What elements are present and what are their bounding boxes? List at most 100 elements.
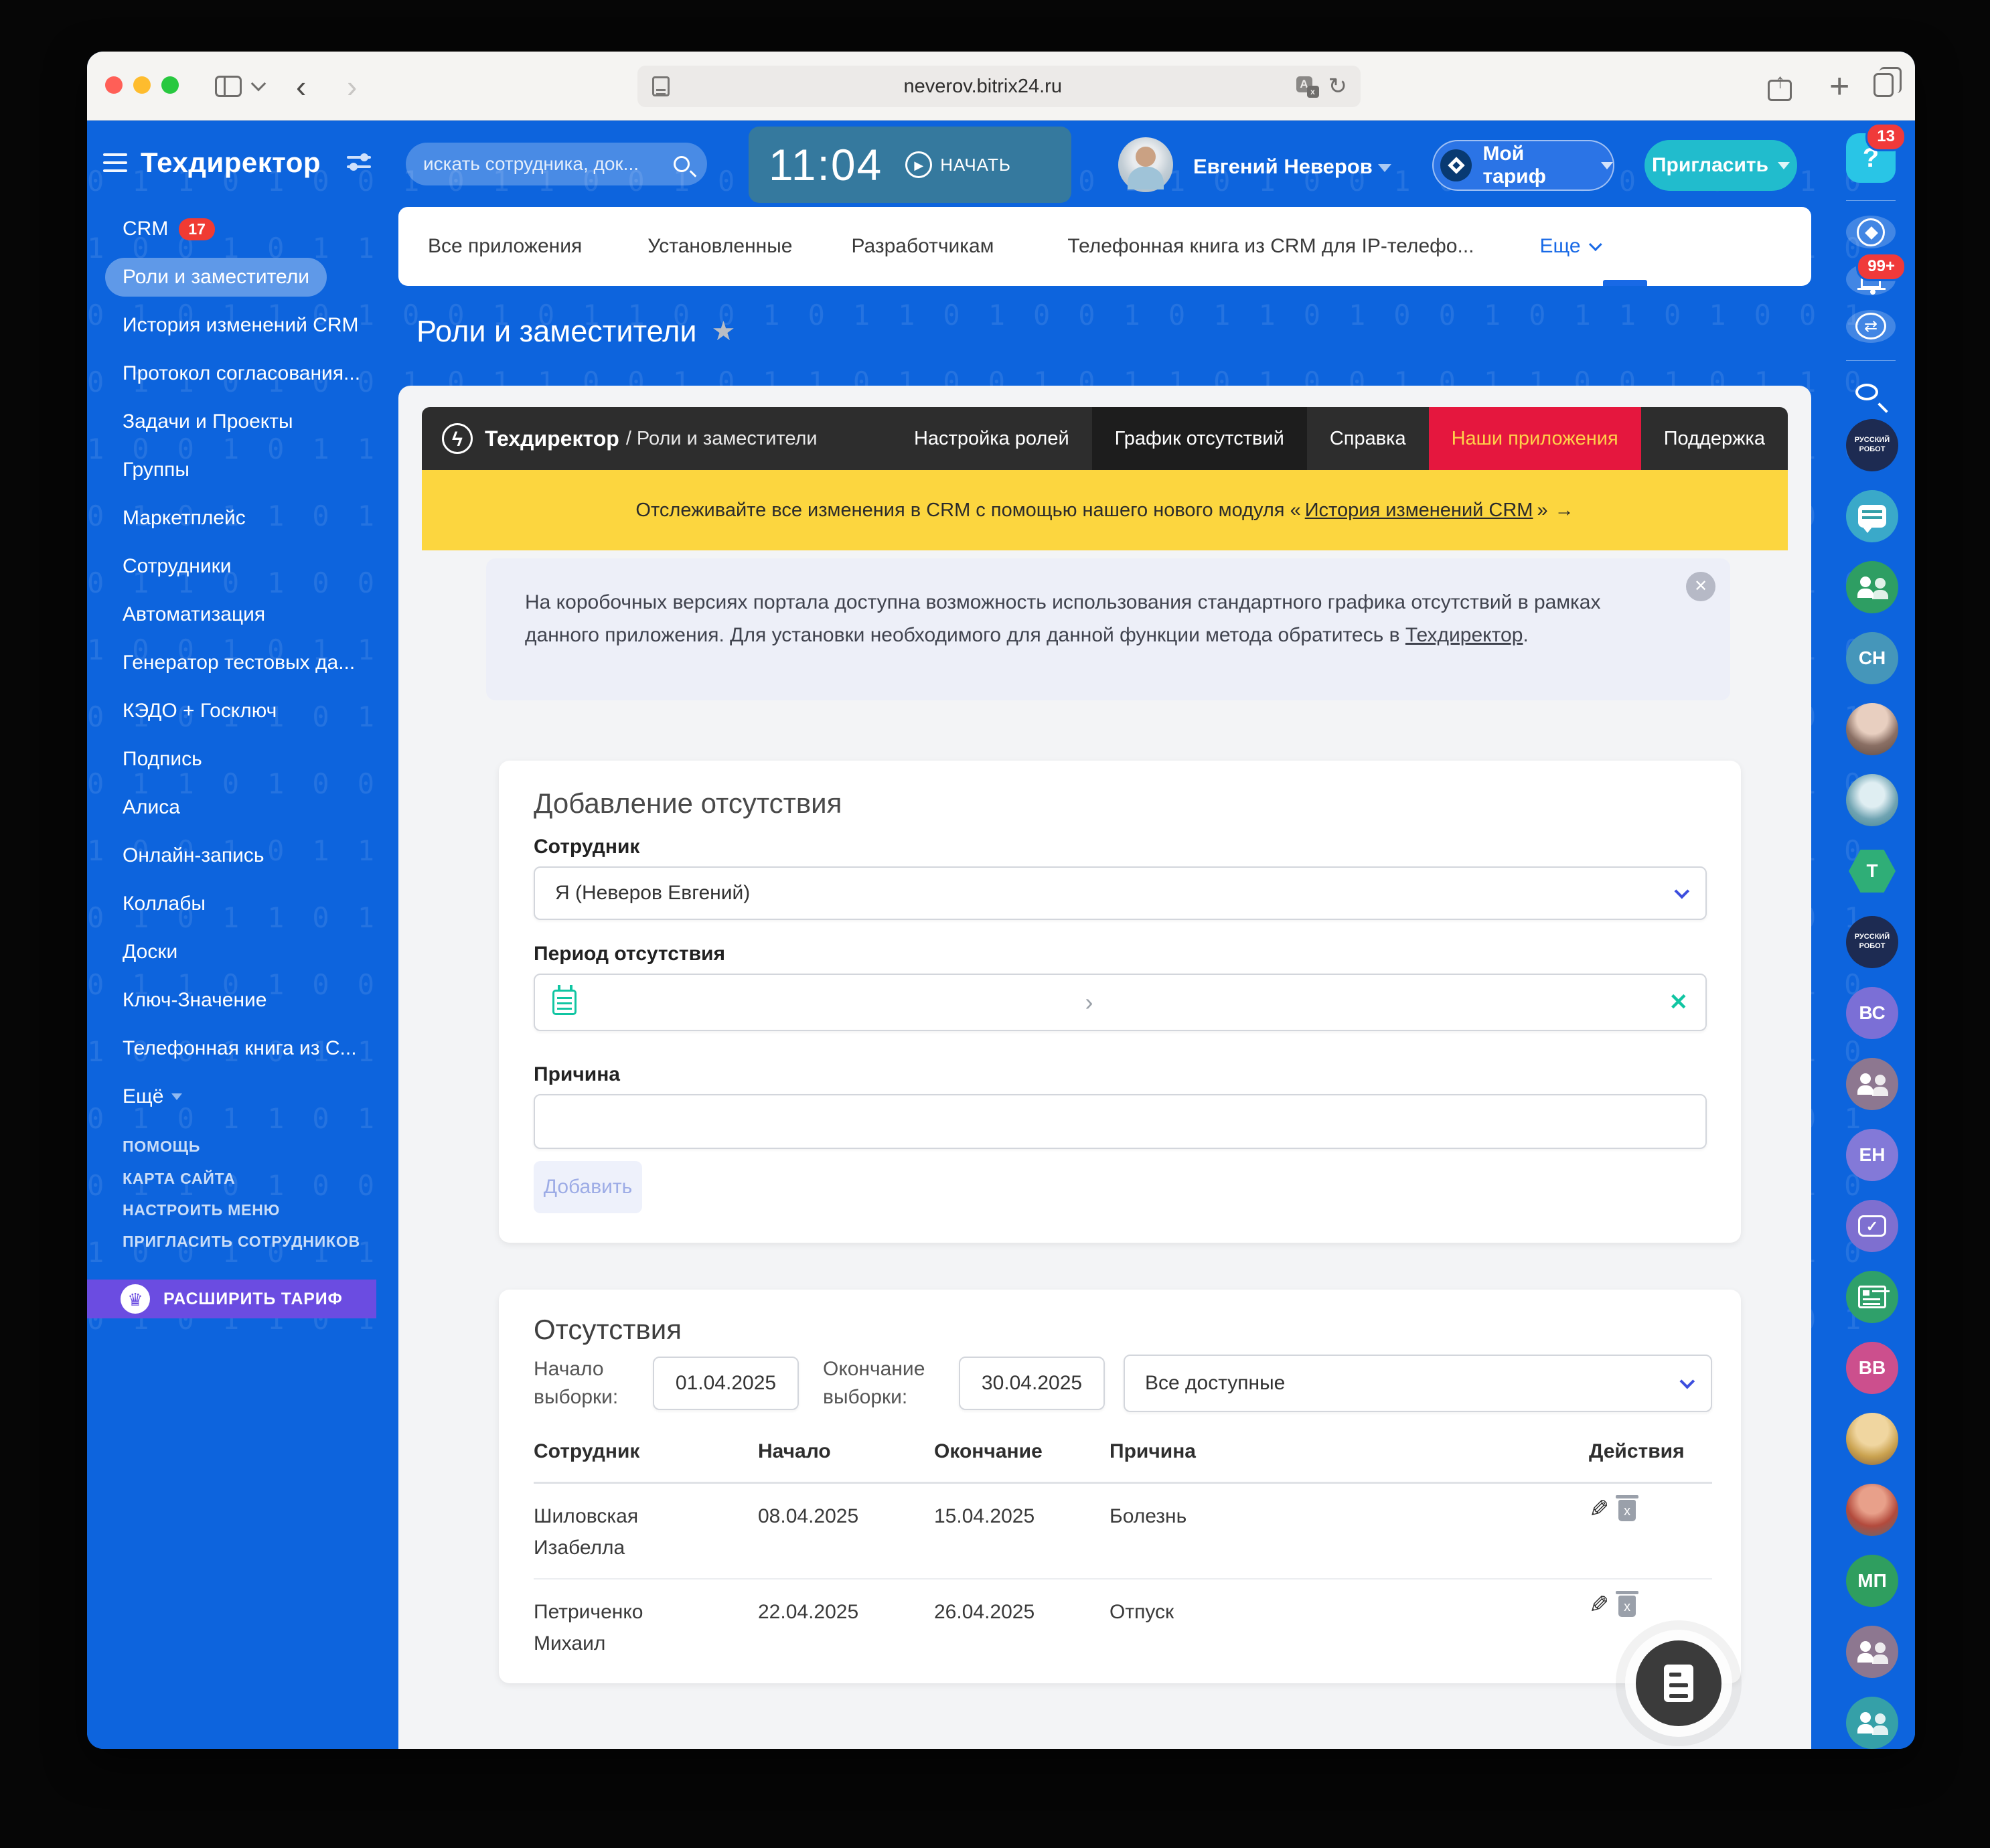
filter-type-select[interactable]: Все доступные bbox=[1124, 1355, 1712, 1412]
translate-icon[interactable] bbox=[1296, 76, 1319, 98]
app-nav-role-settings[interactable]: Настройка ролей bbox=[891, 407, 1092, 470]
filter-end-input[interactable]: 30.04.2025 bbox=[959, 1357, 1105, 1410]
browser-sidebar-icon[interactable] bbox=[215, 76, 242, 97]
zoom-window-button[interactable] bbox=[161, 76, 179, 94]
chat-avatar-photo[interactable] bbox=[1846, 1413, 1898, 1466]
forward-button[interactable]: › bbox=[347, 69, 357, 104]
menu-icon[interactable] bbox=[103, 153, 127, 172]
tab-overview-icon[interactable] bbox=[1873, 67, 1902, 97]
messenger-icon[interactable]: ⇄ bbox=[1846, 310, 1896, 343]
portal-title[interactable]: Техдиректор bbox=[141, 147, 321, 179]
sidebar-item-test-data-generator[interactable]: Генератор тестовых да... bbox=[105, 643, 372, 682]
sidebar-item-roles[interactable]: Роли и заместители bbox=[105, 258, 327, 297]
sidebar-link-help[interactable]: ПОМОЩЬ bbox=[123, 1138, 200, 1156]
period-range-input[interactable]: › ✕ bbox=[534, 974, 1707, 1031]
employee-select[interactable]: Я (Неверов Евгений) bbox=[534, 866, 1707, 920]
chat-avatar-initials[interactable]: СН bbox=[1846, 632, 1898, 685]
tab-all-apps[interactable]: Все приложения bbox=[428, 235, 582, 258]
upgrade-plan-button[interactable]: ♛ РАСШИРИТЬ ТАРИФ bbox=[87, 1280, 376, 1318]
close-window-button[interactable] bbox=[105, 76, 123, 94]
reader-view-icon[interactable] bbox=[652, 76, 670, 96]
invite-button[interactable]: Пригласить bbox=[1644, 140, 1797, 191]
chat-avatar-photo[interactable] bbox=[1846, 774, 1898, 827]
chat-avatar-group[interactable] bbox=[1846, 1058, 1898, 1111]
sidebar-item-signature[interactable]: Подпись bbox=[105, 740, 220, 779]
app-nav-our-apps[interactable]: Наши приложения bbox=[1428, 407, 1641, 470]
user-menu-caret-icon[interactable] bbox=[1378, 164, 1391, 172]
sidebar-item-crm-history[interactable]: История изменений CRM bbox=[105, 306, 376, 345]
sidebar-item-employees[interactable]: Сотрудники bbox=[105, 547, 249, 586]
sidebar-item-alisa[interactable]: Алиса bbox=[105, 788, 198, 827]
favorite-star-icon[interactable]: ★ bbox=[712, 316, 736, 347]
chat-avatar-group[interactable] bbox=[1846, 1697, 1898, 1749]
chat-avatar-russian-robot[interactable]: РУССКИЙ РОБОТ bbox=[1846, 916, 1898, 969]
techdirector-link[interactable]: Техдиректор bbox=[1405, 624, 1523, 646]
chat-avatar-photo[interactable] bbox=[1846, 1484, 1898, 1537]
feedback-fab-button[interactable] bbox=[1636, 1640, 1721, 1726]
reload-icon[interactable]: ↻ bbox=[1328, 73, 1348, 100]
chat-avatar-group[interactable] bbox=[1846, 1626, 1898, 1679]
chat-avatar-russian-robot[interactable]: РУССКИЙ РОБОТ bbox=[1846, 419, 1898, 472]
chat-avatar-initials[interactable]: ВВ bbox=[1846, 1342, 1898, 1395]
tab-installed[interactable]: Установленные bbox=[647, 235, 792, 258]
chat-avatar-initials[interactable]: ВС bbox=[1846, 987, 1898, 1040]
back-button[interactable]: ‹ bbox=[296, 69, 306, 104]
sidebar-link-configure-menu[interactable]: НАСТРОИТЬ МЕНЮ bbox=[123, 1201, 280, 1219]
sidebar-item-groups[interactable]: Группы bbox=[105, 451, 207, 489]
chat-avatar-group[interactable] bbox=[1846, 561, 1898, 614]
search-icon[interactable] bbox=[1855, 383, 1878, 401]
filter-start-input[interactable]: 01.04.2025 bbox=[653, 1357, 799, 1410]
calendar-icon[interactable] bbox=[552, 985, 577, 1015]
tab-phonebook-app[interactable]: Телефонная книга из CRM для IP-телефо... bbox=[1067, 235, 1474, 258]
copilot-icon[interactable] bbox=[1846, 216, 1896, 248]
sidebar-item-boards[interactable]: Доски bbox=[105, 933, 195, 972]
chevron-down-icon[interactable] bbox=[250, 76, 266, 92]
close-icon[interactable]: ✕ bbox=[1686, 572, 1715, 601]
sidebar-link-invite-employees[interactable]: ПРИГЛАСИТЬ СОТРУДНИКОВ bbox=[123, 1233, 360, 1251]
help-button[interactable]: ? 13 bbox=[1846, 123, 1906, 183]
sidebar-item-automation[interactable]: Автоматизация bbox=[105, 595, 283, 634]
sidebar-item-marketplace[interactable]: Маркетплейс bbox=[105, 499, 263, 538]
menu-settings-icon[interactable] bbox=[347, 153, 371, 173]
edit-icon[interactable]: ✎ bbox=[1589, 1495, 1609, 1523]
url-text[interactable]: neverov.bitrix24.ru bbox=[670, 76, 1296, 98]
crm-history-link[interactable]: История изменений CRM bbox=[1305, 499, 1533, 522]
app-nav-absence-schedule[interactable]: График отсутствий bbox=[1091, 407, 1307, 470]
tab-developers[interactable]: Разработчикам bbox=[851, 235, 994, 258]
sidebar-item-more[interactable]: Ещё bbox=[105, 1077, 200, 1116]
sidebar-item-collabs[interactable]: Коллабы bbox=[105, 884, 223, 923]
sidebar-link-sitemap[interactable]: КАРТА САЙТА bbox=[123, 1170, 235, 1188]
chat-avatar-tasks[interactable]: ✓ bbox=[1846, 1200, 1898, 1253]
chat-avatar-messages[interactable] bbox=[1846, 490, 1898, 543]
notifications-bell-icon[interactable]: 99+ bbox=[1846, 252, 1906, 296]
chat-avatar-initials[interactable]: ЕН bbox=[1846, 1129, 1898, 1182]
sidebar-item-key-value[interactable]: Ключ-Значение bbox=[105, 981, 284, 1020]
sidebar-item-crm[interactable]: CRM 17 bbox=[105, 210, 232, 248]
app-nav-help[interactable]: Справка bbox=[1307, 407, 1429, 470]
minimize-window-button[interactable] bbox=[133, 76, 151, 94]
delete-icon[interactable] bbox=[1616, 1495, 1639, 1522]
app-nav-support[interactable]: Поддержка bbox=[1641, 407, 1788, 470]
start-workday-label[interactable]: НАЧАТЬ bbox=[940, 155, 1011, 175]
chat-avatar-photo[interactable] bbox=[1846, 703, 1898, 756]
search-icon[interactable] bbox=[674, 156, 690, 172]
chat-avatar-initials[interactable]: МП bbox=[1846, 1555, 1898, 1608]
play-icon[interactable]: ▶ bbox=[905, 151, 933, 178]
sidebar-item-phonebook[interactable]: Телефонная книга из С... bbox=[105, 1029, 374, 1068]
user-avatar[interactable] bbox=[1118, 137, 1173, 192]
chat-avatar-news[interactable] bbox=[1846, 1271, 1898, 1324]
reason-input[interactable] bbox=[534, 1094, 1707, 1149]
clear-icon[interactable]: ✕ bbox=[1669, 989, 1689, 1016]
chat-avatar-hexagon[interactable]: Т bbox=[1846, 845, 1898, 897]
sidebar-item-tasks-projects[interactable]: Задачи и Проекты bbox=[105, 402, 311, 441]
search-input[interactable]: искать сотрудника, док... bbox=[406, 143, 707, 185]
sidebar-item-kedo[interactable]: КЭДО + Госключ bbox=[105, 692, 294, 730]
tab-more[interactable]: Еще bbox=[1540, 235, 1602, 258]
delete-icon[interactable] bbox=[1616, 1591, 1639, 1618]
time-tracker-widget[interactable]: 11:04 ▶ НАЧАТЬ bbox=[749, 127, 1071, 203]
new-tab-icon[interactable]: + bbox=[1829, 66, 1849, 106]
add-button[interactable]: Добавить bbox=[534, 1161, 642, 1213]
sidebar-item-online-booking[interactable]: Онлайн-запись bbox=[105, 836, 281, 875]
address-bar[interactable]: neverov.bitrix24.ru ↻ bbox=[637, 66, 1361, 107]
user-name[interactable]: Евгений Неверов bbox=[1193, 155, 1373, 179]
